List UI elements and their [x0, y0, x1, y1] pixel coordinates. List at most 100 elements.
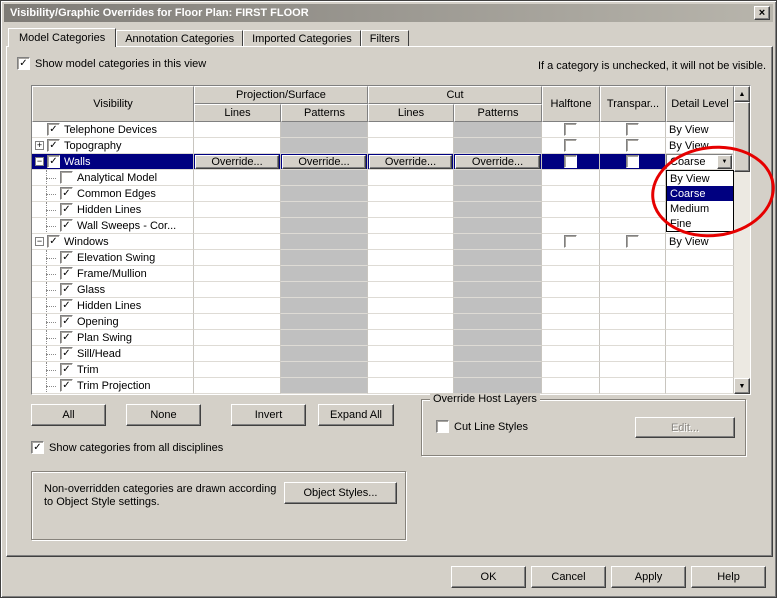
tab-imported-categories[interactable]: Imported Categories: [243, 30, 361, 46]
halftone-checkbox[interactable]: [564, 155, 577, 168]
header-transparent[interactable]: Transpar...: [600, 86, 666, 122]
override-button[interactable]: Override...: [369, 154, 452, 169]
dropdown-arrow-icon[interactable]: ▼: [717, 154, 732, 169]
visibility-checkbox[interactable]: ✓: [60, 283, 73, 296]
header-visibility[interactable]: Visibility: [32, 86, 194, 122]
grid-row[interactable]: ✓ Sill/Head: [32, 346, 734, 362]
dropdown-option[interactable]: Coarse: [667, 186, 733, 201]
ok-button[interactable]: OK: [451, 566, 526, 588]
grid-row[interactable]: + ✓ Topography By View: [32, 138, 734, 154]
grid-row[interactable]: ✓ Elevation Swing: [32, 250, 734, 266]
grid-row[interactable]: ✓ Trim Projection: [32, 378, 734, 394]
visibility-cell: ✓ Telephone Devices: [32, 122, 194, 138]
cancel-button[interactable]: Cancel: [531, 566, 606, 588]
visibility-checkbox[interactable]: ✓: [60, 219, 73, 232]
collapse-minus-icon[interactable]: −: [35, 157, 44, 166]
header-cut-patterns[interactable]: Patterns: [454, 104, 542, 122]
grid-row[interactable]: ✓ Telephone Devices By View: [32, 122, 734, 138]
visibility-checkbox[interactable]: ✓: [60, 203, 73, 216]
header-cut-lines[interactable]: Lines: [368, 104, 454, 122]
dropdown-option[interactable]: Fine: [667, 216, 733, 231]
visibility-checkbox[interactable]: ✓: [60, 315, 73, 328]
header-detail-level[interactable]: Detail Level: [666, 86, 734, 122]
visibility-checkbox[interactable]: ✓: [60, 187, 73, 200]
visibility-checkbox[interactable]: ✓: [60, 379, 73, 392]
visibility-checkbox[interactable]: ✓: [60, 347, 73, 360]
transparent-checkbox[interactable]: [626, 235, 639, 248]
grid-row[interactable]: − ✓ Walls Override... Override... Override...…: [32, 154, 734, 170]
grid-row[interactable]: ✓ Frame/Mullion: [32, 266, 734, 282]
transparent-checkbox[interactable]: [626, 123, 639, 136]
detail-level-cell: [666, 298, 734, 314]
category-label: Topography: [64, 139, 122, 152]
grid-row[interactable]: Analytical Model: [32, 170, 734, 186]
tab-model-categories[interactable]: Model Categories: [8, 28, 117, 47]
override-button[interactable]: Override...: [282, 154, 366, 169]
transparent-cell: [600, 186, 666, 202]
visibility-cell: ✓ Frame/Mullion: [32, 266, 194, 282]
visibility-checkbox[interactable]: ✓: [60, 251, 73, 264]
show-model-categories-checkbox[interactable]: ✓ Show model categories in this view: [17, 57, 206, 70]
expand-all-button[interactable]: Expand All: [318, 404, 394, 426]
tab-filters[interactable]: Filters: [360, 30, 409, 46]
visibility-cell: ✓ Trim Projection: [32, 378, 194, 394]
visibility-cell: ✓ Hidden Lines: [32, 298, 194, 314]
expand-plus-icon[interactable]: +: [35, 141, 44, 150]
show-all-disciplines-checkbox[interactable]: ✓ Show categories from all disciplines: [31, 441, 223, 454]
visibility-checkbox[interactable]: ✓: [47, 123, 60, 136]
halftone-checkbox[interactable]: [564, 139, 577, 152]
header-projection-lines[interactable]: Lines: [194, 104, 281, 122]
grid-row[interactable]: ✓ Opening: [32, 314, 734, 330]
grid-row[interactable]: ✓ Glass: [32, 282, 734, 298]
detail-level-cell: [666, 314, 734, 330]
close-button[interactable]: ×: [754, 6, 770, 20]
title-bar[interactable]: Visibility/Graphic Overrides for Floor P…: [4, 4, 773, 22]
grid-row[interactable]: ✓ Hidden Lines: [32, 202, 734, 218]
visibility-checkbox[interactable]: [60, 171, 73, 184]
none-button[interactable]: None: [126, 404, 201, 426]
halftone-checkbox[interactable]: [564, 235, 577, 248]
grid-row[interactable]: ✓ Common Edges: [32, 186, 734, 202]
visibility-checkbox[interactable]: ✓: [60, 331, 73, 344]
transparent-checkbox[interactable]: [626, 139, 639, 152]
visibility-checkbox[interactable]: ✓: [60, 299, 73, 312]
dropdown-option[interactable]: By View: [667, 171, 733, 186]
grid-row[interactable]: − ✓ Windows By View: [32, 234, 734, 250]
visibility-cell: Analytical Model: [32, 170, 194, 186]
help-button[interactable]: Help: [691, 566, 766, 588]
header-projection-patterns[interactable]: Patterns: [281, 104, 368, 122]
grid-row[interactable]: ✓ Plan Swing: [32, 330, 734, 346]
invert-button[interactable]: Invert: [231, 404, 306, 426]
dropdown-option[interactable]: Medium: [667, 201, 733, 216]
transparent-cell: [600, 250, 666, 266]
visibility-checkbox[interactable]: ✓: [60, 363, 73, 376]
visibility-checkbox[interactable]: ✓: [47, 235, 60, 248]
category-label: Sill/Head: [77, 347, 122, 360]
override-host-layers-title: Override Host Layers: [430, 393, 540, 405]
tab-annotation-categories[interactable]: Annotation Categories: [116, 30, 244, 46]
scroll-down-icon[interactable]: ▼: [734, 378, 750, 394]
header-cut[interactable]: Cut: [368, 86, 542, 104]
collapse-minus-icon[interactable]: −: [35, 237, 44, 246]
object-styles-button[interactable]: Object Styles...: [284, 482, 397, 504]
visibility-checkbox[interactable]: ✓: [47, 139, 60, 152]
scroll-up-icon[interactable]: ▲: [734, 86, 750, 102]
visibility-checkbox[interactable]: ✓: [60, 267, 73, 280]
scrollbar-thumb[interactable]: [734, 102, 750, 172]
grid-row[interactable]: ✓ Wall Sweeps - Cor...: [32, 218, 734, 234]
all-button[interactable]: All: [31, 404, 106, 426]
transparent-checkbox[interactable]: [626, 155, 639, 168]
header-projection-surface[interactable]: Projection/Surface: [194, 86, 368, 104]
visibility-checkbox[interactable]: ✓: [47, 155, 60, 168]
grid-row[interactable]: ✓ Trim: [32, 362, 734, 378]
override-button[interactable]: Override...: [195, 154, 279, 169]
cut-line-styles-checkbox[interactable]: Cut Line Styles: [436, 420, 528, 433]
apply-button[interactable]: Apply: [611, 566, 686, 588]
header-halftone[interactable]: Halftone: [542, 86, 600, 122]
projection-patterns-cell: [281, 122, 368, 138]
halftone-checkbox[interactable]: [564, 123, 577, 136]
grid-row[interactable]: ✓ Hidden Lines: [32, 298, 734, 314]
override-button[interactable]: Override...: [455, 154, 540, 169]
detail-level-combobox[interactable]: Coarse ▼: [666, 154, 733, 169]
vertical-scrollbar[interactable]: ▲ ▼: [734, 86, 750, 394]
